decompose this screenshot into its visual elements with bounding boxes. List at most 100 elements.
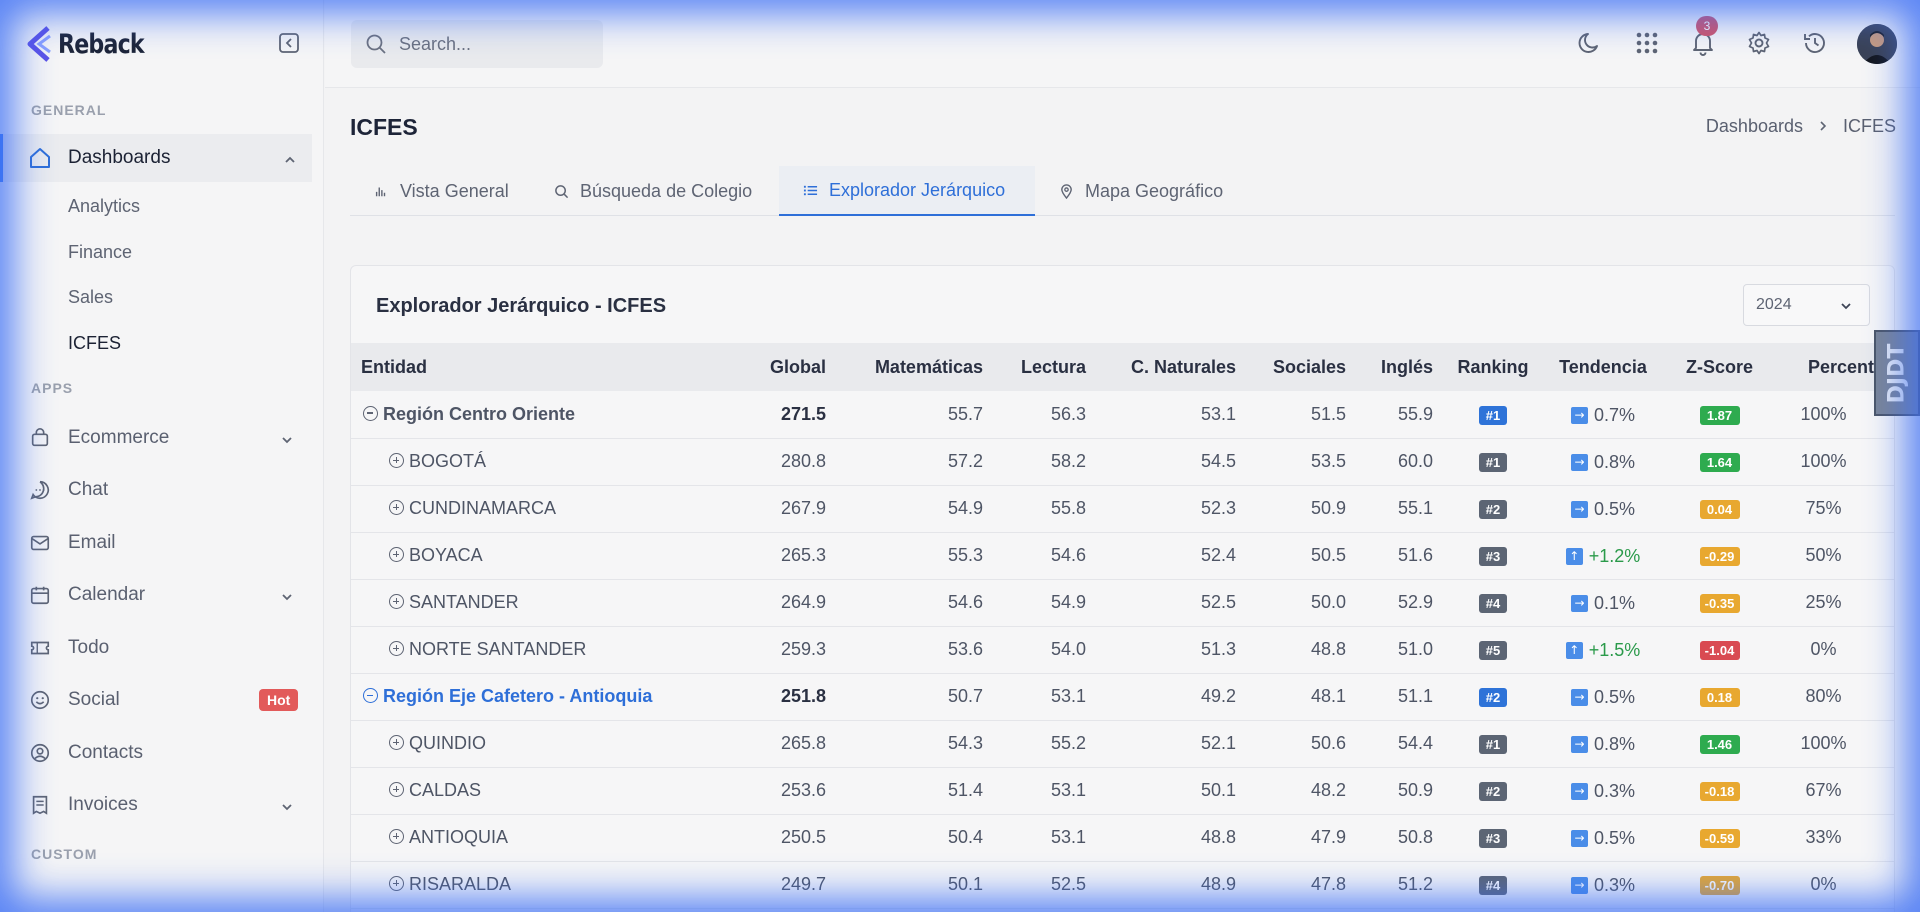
department-row[interactable]: BOYACA 265.3 55.3 54.6 52.4 50.5 51.6 #3 ↑ +1.2% -…: [351, 532, 1894, 579]
sidebar-item-invoices[interactable]: Invoices: [0, 781, 312, 829]
sidebar-item-social[interactable]: Social Hot: [0, 676, 312, 724]
col-header-c-naturales[interactable]: C. Naturales: [1096, 343, 1246, 391]
breadcrumb-dashboards[interactable]: Dashboards: [1706, 116, 1803, 137]
tab-vista-general[interactable]: Vista General: [372, 166, 509, 216]
naturales-cell: 50.1: [1200, 780, 1236, 800]
lectura-cell: 54.0: [1050, 639, 1086, 659]
sidebar-subitem-icfes[interactable]: ICFES: [68, 333, 121, 354]
expand-toggle-icon[interactable]: [389, 641, 404, 656]
expand-toggle-icon[interactable]: [389, 453, 404, 468]
department-row[interactable]: RISARALDA 249.7 50.1 52.5 48.9 47.8 51.2 #4 → 0.3…: [351, 861, 1894, 908]
sidebar-item-contacts[interactable]: Contacts: [0, 729, 312, 777]
trend-cell: → 0.5%: [1543, 814, 1663, 861]
sociales-cell: 48.2: [1310, 780, 1346, 800]
naturales-cell: 49.2: [1200, 686, 1236, 706]
entity-name[interactable]: RISARALDA: [409, 874, 511, 894]
sidebar-item-todo[interactable]: Todo: [0, 624, 312, 672]
arrow-right-icon: →: [1570, 594, 1588, 612]
ranking-badge: #1: [1479, 405, 1507, 425]
global-cell: 280.8: [780, 451, 826, 471]
entity-name[interactable]: NORTE SANTANDER: [409, 639, 586, 659]
trend-value: 0.1%: [1593, 592, 1636, 613]
department-row[interactable]: ANTIOQUIA 250.5 50.4 53.1 48.8 47.9 50.8 #3 → 0.5…: [351, 814, 1894, 861]
naturales-cell: 53.1: [1200, 403, 1236, 424]
col-header-global[interactable]: Global: [746, 343, 836, 391]
sidebar-item-dashboards[interactable]: Dashboards: [0, 134, 312, 182]
sidebar-subitem-analytics[interactable]: Analytics: [68, 196, 140, 217]
gear-icon[interactable]: [1744, 28, 1774, 58]
matematicas-cell: 50.1: [947, 874, 983, 894]
entity-name[interactable]: BOYACA: [409, 545, 483, 565]
year-select[interactable]: 2024: [1743, 284, 1870, 326]
tab-busqueda-de-colegio[interactable]: Búsqueda de Colegio: [552, 166, 752, 216]
col-header-sociales[interactable]: Sociales: [1246, 343, 1356, 391]
department-row[interactable]: SANTANDER 264.9 54.6 54.9 52.5 50.0 52.9 #4 → 0.1…: [351, 579, 1894, 626]
col-header-z-score[interactable]: Z-Score: [1663, 343, 1776, 391]
avatar[interactable]: [1857, 24, 1897, 64]
percentil-cell: 75%: [1805, 498, 1842, 518]
entity-name[interactable]: Región Eje Cafetero - Antioquia: [383, 686, 652, 706]
expand-toggle-icon[interactable]: [389, 782, 404, 797]
entity-name[interactable]: ANTIOQUIA: [409, 827, 508, 847]
sidebar-item-ecommerce[interactable]: Ecommerce: [0, 414, 312, 462]
col-header-entidad[interactable]: Entidad: [351, 343, 746, 391]
expand-toggle-icon[interactable]: [389, 829, 404, 844]
entity-name[interactable]: SANTANDER: [409, 592, 519, 612]
department-row[interactable]: CUNDINAMARCA 267.9 54.9 55.8 52.3 50.9 55.1 #2 →…: [351, 485, 1894, 532]
search-icon: [365, 33, 387, 55]
department-row[interactable]: QUINDIO 265.8 54.3 55.2 52.1 50.6 54.4 #1 → 0.8% 1…: [351, 720, 1894, 767]
dark-mode-moon-icon[interactable]: [1575, 28, 1605, 58]
entity-cell: CUNDINAMARCA: [351, 485, 746, 532]
region-row[interactable]: Región Centro Oriente 271.5 55.7 56.3 53.1 51…: [351, 391, 1894, 438]
sidebar-item-label: Contacts: [68, 742, 143, 763]
user-circle-icon: [28, 741, 52, 765]
col-header-matematicas[interactable]: Matemáticas: [836, 343, 993, 391]
sociales-cell: 47.8: [1310, 874, 1346, 894]
expand-toggle-icon[interactable]: [389, 876, 404, 891]
expand-toggle-icon[interactable]: [389, 594, 404, 609]
expand-toggle-icon[interactable]: [389, 500, 404, 515]
department-row[interactable]: CALDAS 253.6 51.4 53.1 50.1 48.2 50.9 #2 → 0.3% -0…: [351, 767, 1894, 814]
percentil-cell: 25%: [1805, 592, 1842, 612]
tab-label: Mapa Geográfico: [1085, 180, 1224, 201]
lectura-cell: 56.3: [1050, 403, 1086, 424]
hierarchy-table: Entidad Global Matemáticas Lectura C. Na…: [351, 343, 1894, 909]
search-box[interactable]: [351, 20, 603, 68]
sidebar-subitem-sales[interactable]: Sales: [68, 287, 113, 308]
department-row[interactable]: BOGOTÁ 280.8 57.2 58.2 54.5 53.5 60.0 #1 → 0.8% 1.…: [351, 438, 1894, 485]
sidebar-item-email[interactable]: Email: [0, 519, 312, 567]
sidebar-subitem-finance[interactable]: Finance: [68, 242, 132, 263]
expand-toggle-icon[interactable]: [389, 735, 404, 750]
percentil-cell: 0%: [1810, 639, 1837, 659]
col-header-ingles[interactable]: Inglés: [1356, 343, 1443, 391]
collapse-toggle-icon[interactable]: [363, 688, 378, 703]
collapse-toggle-icon[interactable]: [363, 405, 378, 421]
col-header-lectura[interactable]: Lectura: [993, 343, 1096, 391]
entity-name[interactable]: CALDAS: [409, 780, 481, 800]
brand-logo[interactable]: Reback: [26, 22, 163, 66]
history-icon[interactable]: [1800, 28, 1830, 58]
sidebar-collapse-icon[interactable]: [278, 32, 300, 54]
trend-cell: → 0.7%: [1543, 391, 1663, 438]
department-row[interactable]: NORTE SANTANDER 259.3 53.6 54.0 51.3 48.8 51.0…: [351, 626, 1894, 673]
page-title: ICFES: [350, 114, 418, 140]
hot-badge: Hot: [259, 689, 299, 711]
entity-name[interactable]: Región Centro Oriente: [383, 404, 575, 424]
col-header-tendencia[interactable]: Tendencia: [1543, 343, 1663, 391]
region-row[interactable]: Región Eje Cafetero - Antioquia 251.8 50.7…: [351, 673, 1894, 720]
debug-toolbar-handle[interactable]: DJDT: [1874, 330, 1920, 416]
entity-name[interactable]: QUINDIO: [409, 733, 486, 753]
entity-name[interactable]: CUNDINAMARCA: [409, 498, 556, 518]
apps-grid-icon[interactable]: [1632, 28, 1662, 58]
entity-name[interactable]: BOGOTÁ: [409, 451, 486, 471]
search-input[interactable]: [399, 32, 589, 56]
sociales-cell: 47.9: [1310, 827, 1346, 847]
section-label-general: GENERAL: [31, 102, 107, 118]
col-header-ranking[interactable]: Ranking: [1443, 343, 1543, 391]
tab-explorador-jerarquico[interactable]: Explorador Jerárquico: [779, 166, 1035, 216]
sidebar-item-calendar[interactable]: Calendar: [0, 571, 312, 619]
bar-chart-icon: [372, 182, 390, 200]
sidebar-item-chat[interactable]: Chat: [0, 466, 312, 514]
tab-mapa-geografico[interactable]: Mapa Geográfico: [1057, 166, 1223, 216]
expand-toggle-icon[interactable]: [389, 547, 404, 562]
